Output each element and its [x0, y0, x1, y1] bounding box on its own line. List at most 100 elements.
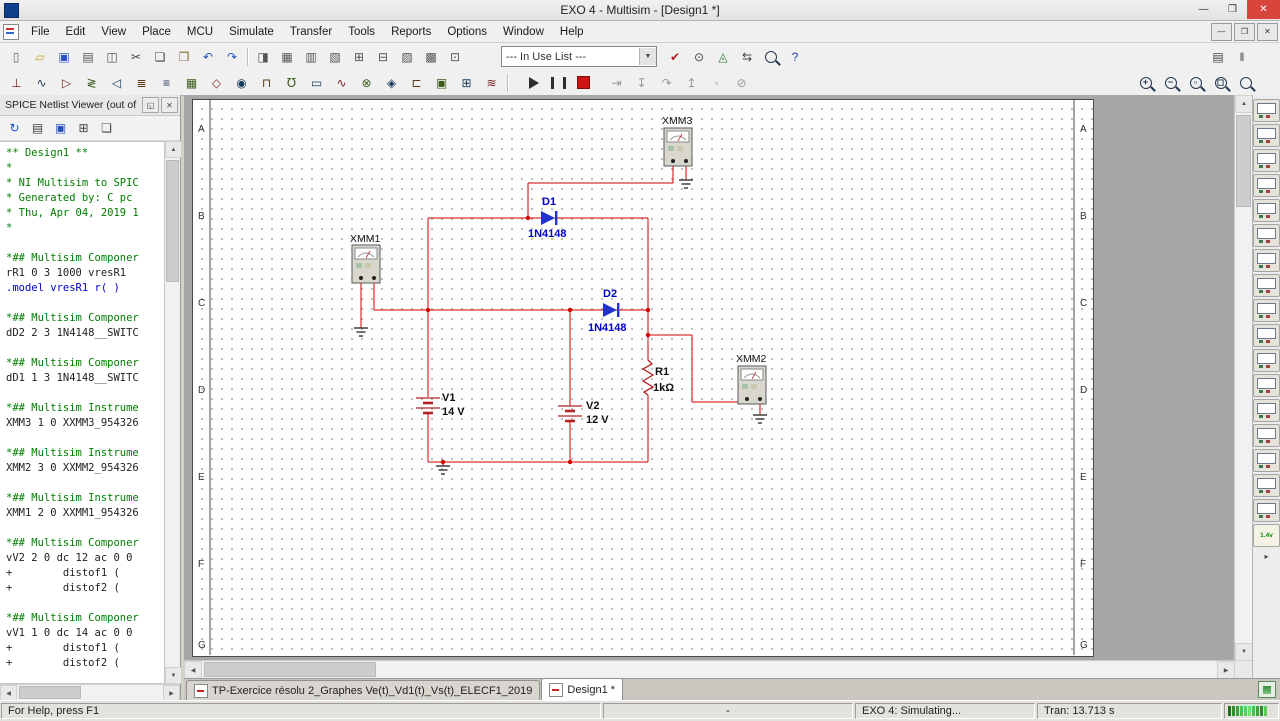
- scrollbar-thumb[interactable]: [19, 686, 81, 699]
- scrollbar-thumb[interactable]: [1236, 115, 1251, 207]
- place-ttl-button[interactable]: ≣: [129, 72, 154, 94]
- scroll-right-icon[interactable]: ▶: [1217, 661, 1235, 678]
- zoom-fit-button[interactable]: ◻: [1208, 72, 1233, 94]
- menu-help[interactable]: Help: [552, 21, 592, 42]
- logic-converter-button[interactable]: [1253, 299, 1280, 322]
- mdi-minimize-button[interactable]: —: [1211, 22, 1232, 41]
- mdi-restore-button[interactable]: ❒: [1234, 22, 1255, 41]
- place-bus-button[interactable]: ≋: [479, 72, 504, 94]
- multimeter-button[interactable]: [1253, 99, 1280, 122]
- spectrum-analyzer-button[interactable]: [1253, 399, 1280, 422]
- step-into-button[interactable]: ↧: [629, 72, 654, 94]
- instruments-more-icon[interactable]: ▸: [1257, 549, 1277, 563]
- close-window-button[interactable]: ▩: [419, 46, 443, 68]
- redo-button[interactable]: ↷: [220, 46, 244, 68]
- menu-view[interactable]: View: [93, 21, 134, 42]
- description-box-button[interactable]: ⊡: [443, 46, 467, 68]
- stop-button[interactable]: [571, 72, 596, 94]
- place-analog-button[interactable]: ◁: [104, 72, 129, 94]
- tab-tp-exercice[interactable]: TP-Exercice résolu 2_Graphes Ve(t)_Vd1(t…: [186, 680, 541, 700]
- place-ni-component-button[interactable]: ◈: [379, 72, 404, 94]
- bode-plotter-button[interactable]: [1253, 224, 1280, 247]
- save-netlist-button[interactable]: ▣: [49, 118, 72, 139]
- back-annotate-button[interactable]: ⇆: [735, 46, 759, 68]
- zoom-in-button[interactable]: +: [1133, 72, 1158, 94]
- print-preview-button[interactable]: ◫: [100, 46, 124, 68]
- four-channel-oscilloscope-button[interactable]: [1253, 199, 1280, 222]
- find-button[interactable]: [759, 46, 783, 68]
- in-use-list-combobox[interactable]: --- In Use List --- ▼: [501, 46, 657, 67]
- help-button[interactable]: ?: [783, 46, 807, 68]
- place-mcu-button[interactable]: ▣: [429, 72, 454, 94]
- tektronix-oscilloscope-button[interactable]: [1253, 499, 1280, 522]
- tab-design1[interactable]: Design1 *: [541, 678, 624, 700]
- breadboard-button[interactable]: ◬: [711, 46, 735, 68]
- panel-menu-button[interactable]: ◱: [142, 97, 159, 113]
- netlist-options-button[interactable]: ⊞: [72, 118, 95, 139]
- logic-analyzer-button[interactable]: [1253, 324, 1280, 347]
- scroll-up-icon[interactable]: ▲: [165, 141, 182, 158]
- erc-button[interactable]: ✔: [663, 46, 687, 68]
- open-button[interactable]: ▱: [28, 46, 52, 68]
- pause-at-next-mcu-button[interactable]: ⇥: [604, 72, 629, 94]
- mdi-close-button[interactable]: ✕: [1257, 22, 1278, 41]
- scroll-up-icon[interactable]: ▲: [1235, 95, 1252, 113]
- canvas-horizontal-scrollbar[interactable]: ◀ ▶: [184, 660, 1235, 678]
- window-close-button[interactable]: ✕: [1247, 0, 1280, 19]
- scrollbar-thumb[interactable]: [204, 662, 376, 677]
- place-transistor-button[interactable]: ≷: [79, 72, 104, 94]
- network-analyzer-button[interactable]: [1253, 424, 1280, 447]
- menu-place[interactable]: Place: [134, 21, 179, 42]
- zoom-out-button[interactable]: −: [1158, 72, 1183, 94]
- step-over-button[interactable]: ↷: [654, 72, 679, 94]
- word-generator-button[interactable]: [1253, 274, 1280, 297]
- scroll-left-icon[interactable]: ◀: [184, 661, 202, 678]
- remove-breakpoint-button[interactable]: ⊘: [729, 72, 754, 94]
- distortion-analyzer-button[interactable]: [1253, 374, 1280, 397]
- menu-mcu[interactable]: MCU: [179, 21, 221, 42]
- step-out-button[interactable]: ↥: [679, 72, 704, 94]
- menu-file[interactable]: File: [23, 21, 58, 42]
- menu-tools[interactable]: Tools: [340, 21, 383, 42]
- toggle-spreadsheet-view-button[interactable]: ▦: [275, 46, 299, 68]
- menu-simulate[interactable]: Simulate: [221, 21, 282, 42]
- place-rf-button[interactable]: ∿: [329, 72, 354, 94]
- place-cmos-button[interactable]: ≡: [154, 72, 179, 94]
- netlist-vertical-scrollbar[interactable]: ▲ ▼: [165, 141, 182, 684]
- panel-close-button[interactable]: ✕: [161, 97, 178, 113]
- place-source-button[interactable]: ⊥: [4, 72, 29, 94]
- undo-button[interactable]: ↶: [196, 46, 220, 68]
- place-mixed-button[interactable]: ◇: [204, 72, 229, 94]
- menu-edit[interactable]: Edit: [58, 21, 94, 42]
- place-misc-digital-button[interactable]: ▦: [179, 72, 204, 94]
- measurement-probe-button[interactable]: 1.4v: [1253, 524, 1280, 547]
- copy-button[interactable]: ❏: [148, 46, 172, 68]
- new-window-button[interactable]: ▨: [395, 46, 419, 68]
- place-connector-button[interactable]: ⊏: [404, 72, 429, 94]
- frequency-counter-button[interactable]: [1253, 249, 1280, 272]
- place-indicator-button[interactable]: ◉: [229, 72, 254, 94]
- toggle-spice-netlist-viewer-button[interactable]: ▥: [299, 46, 323, 68]
- scroll-down-icon[interactable]: ▼: [165, 667, 182, 684]
- parent-sheet-button[interactable]: ⊟: [371, 46, 395, 68]
- sheet-list-button[interactable]: ▤: [1206, 46, 1230, 68]
- menu-transfer[interactable]: Transfer: [282, 21, 340, 42]
- function-generator-button[interactable]: [1253, 124, 1280, 147]
- place-basic-button[interactable]: ∿: [29, 72, 54, 94]
- schematic-canvas[interactable]: A B C D E F G A B C D E F G D1 1N4148 D2…: [184, 95, 1252, 678]
- agilent-multimeter-button[interactable]: [1253, 474, 1280, 497]
- agilent-function-generator-button[interactable]: [1253, 449, 1280, 472]
- graphers-button[interactable]: ▧: [323, 46, 347, 68]
- netlist-horizontal-scrollbar[interactable]: ◀ ▶: [0, 684, 180, 702]
- toggle-breakpoint-button[interactable]: ◦: [704, 72, 729, 94]
- place-diode-button[interactable]: ▷: [54, 72, 79, 94]
- menu-reports[interactable]: Reports: [383, 21, 439, 42]
- wattmeter-button[interactable]: [1253, 149, 1280, 172]
- copy-netlist-button[interactable]: ❏: [95, 118, 118, 139]
- combo-dropdown-icon[interactable]: ▼: [639, 48, 656, 65]
- print-netlist-button[interactable]: ▤: [26, 118, 49, 139]
- schematic-sheet[interactable]: [192, 99, 1094, 657]
- place-electromechanical-button[interactable]: ⊗: [354, 72, 379, 94]
- print-button[interactable]: ▤: [76, 46, 100, 68]
- refresh-netlist-button[interactable]: ↻: [3, 118, 26, 139]
